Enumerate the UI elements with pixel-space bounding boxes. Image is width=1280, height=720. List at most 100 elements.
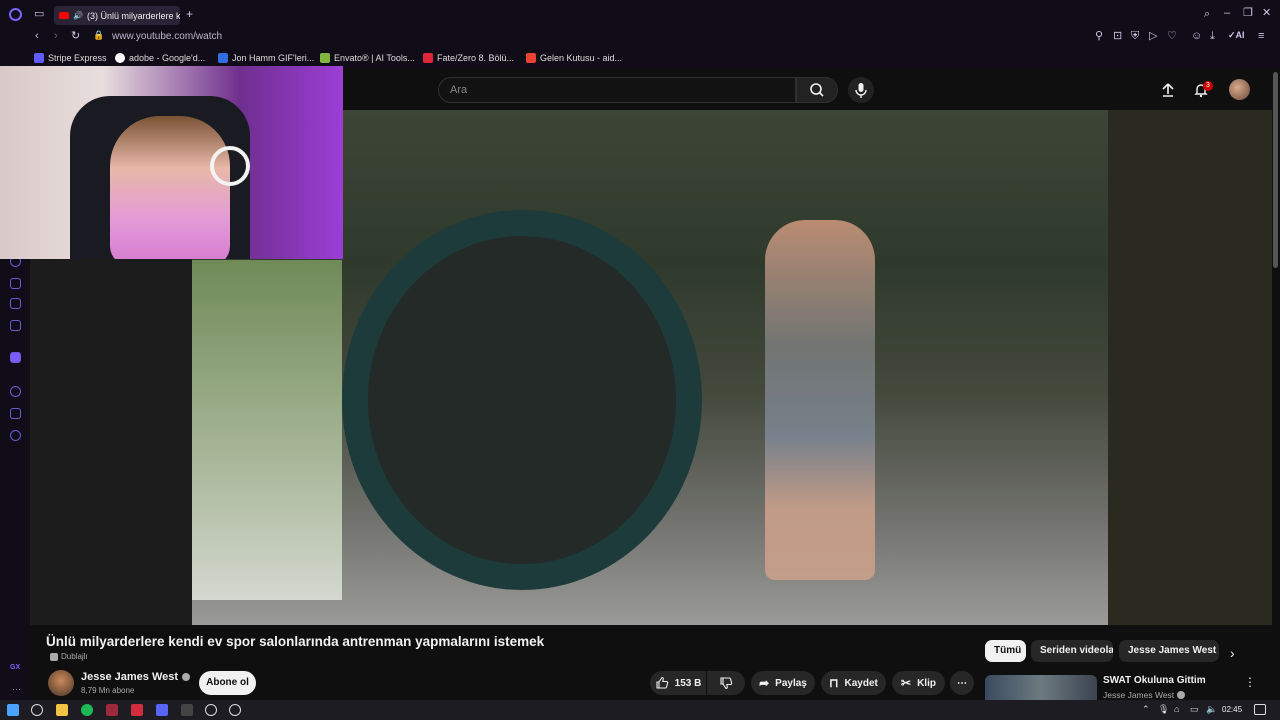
account-avatar[interactable] bbox=[1229, 79, 1250, 100]
more-icon: ⋯ bbox=[957, 677, 967, 689]
tab-manager-icon[interactable]: ▭ bbox=[34, 9, 44, 20]
taskbar-clock[interactable]: 02:45 bbox=[1222, 705, 1242, 714]
save-button[interactable]: ⊓ Kaydet bbox=[821, 671, 886, 695]
sidebar-gx-label[interactable]: GX bbox=[10, 664, 20, 671]
sidebar-more-icon[interactable]: ⋯ bbox=[12, 684, 21, 695]
video-title: Ünlü milyarderlere kendi ev spor salonla… bbox=[46, 634, 545, 649]
sidebar-music-icon[interactable] bbox=[10, 298, 21, 309]
subscribe-button[interactable]: Abone ol bbox=[199, 671, 256, 695]
obs-icon[interactable] bbox=[205, 704, 217, 716]
player-icon[interactable]: ▷ bbox=[1149, 31, 1157, 42]
address-bar[interactable]: www.youtube.com/watch bbox=[112, 31, 222, 42]
forward-icon[interactable]: › bbox=[54, 31, 58, 42]
channel-avatar[interactable] bbox=[48, 670, 74, 696]
sidebar-settings-icon[interactable] bbox=[10, 430, 21, 441]
envato-icon bbox=[320, 53, 330, 63]
recommended-video-channel: Jesse James West bbox=[1103, 690, 1186, 700]
chip-channel[interactable]: Jesse James West ad bbox=[1119, 640, 1219, 662]
opera-gx-icon[interactable] bbox=[106, 704, 118, 716]
bookmark-gif[interactable]: Jon Hamm GIF'leri... bbox=[218, 53, 314, 63]
tray-volume-icon[interactable]: 🔈 bbox=[1206, 704, 1217, 715]
webcam-overlay bbox=[0, 66, 343, 259]
chip-series-videos[interactable]: Seriden videolar bbox=[1031, 640, 1113, 662]
profile-icon[interactable]: ☺ bbox=[1191, 31, 1202, 42]
heart-icon[interactable]: ♡ bbox=[1167, 31, 1177, 42]
taskbar-search-icon[interactable] bbox=[31, 704, 43, 716]
video-person bbox=[765, 220, 875, 580]
google-icon bbox=[115, 53, 125, 63]
sidebar-m-icon[interactable] bbox=[10, 320, 21, 331]
chip-all[interactable]: Tümü bbox=[985, 640, 1026, 662]
back-icon[interactable]: ‹ bbox=[35, 31, 39, 42]
speaker-icon[interactable]: 🔊 bbox=[73, 11, 83, 20]
menu-icon[interactable]: ≡ bbox=[1258, 31, 1264, 42]
bookmark-google[interactable]: adobe - Google'd... bbox=[115, 53, 205, 63]
terminal-icon[interactable] bbox=[181, 704, 193, 716]
video-window bbox=[192, 260, 342, 600]
shield-icon[interactable]: ⛨ bbox=[1131, 31, 1139, 42]
bookmark-envato[interactable]: Envato® | AI Tools... bbox=[320, 53, 415, 63]
webcam-streamer bbox=[110, 116, 230, 259]
voice-search-button[interactable] bbox=[848, 77, 874, 103]
dislike-button[interactable] bbox=[707, 671, 745, 695]
minimize-icon[interactable]: – bbox=[1224, 8, 1230, 19]
file-explorer-icon[interactable] bbox=[56, 704, 68, 716]
opera-logo-icon[interactable] bbox=[9, 8, 22, 21]
bookmark-gmail[interactable]: Gelen Kutusu - aid... bbox=[526, 53, 622, 63]
like-button[interactable]: 153 B bbox=[650, 671, 706, 695]
app-red-icon[interactable] bbox=[131, 704, 143, 716]
sidebar-twitch-icon[interactable] bbox=[10, 352, 21, 363]
sidebar-extensions-icon[interactable] bbox=[10, 408, 21, 419]
tray-network-icon[interactable]: ⌂ bbox=[1174, 704, 1179, 714]
share-icon: ➦ bbox=[759, 676, 770, 690]
share-button[interactable]: ➦ Paylaş bbox=[751, 671, 815, 695]
recommended-video-title[interactable]: SWAT Okuluna Gittim bbox=[1103, 675, 1206, 686]
like-count: 153 B bbox=[674, 677, 702, 689]
webcam-ring-light bbox=[210, 146, 250, 186]
channel-name[interactable]: Jesse James West bbox=[81, 671, 191, 683]
pin-icon[interactable]: ⚲ bbox=[1095, 31, 1103, 42]
bookmark-icon: ⊓ bbox=[829, 676, 839, 690]
browser-tab-youtube[interactable]: 🔊 (3) Ünlü milyarderlere k bbox=[54, 6, 180, 25]
video-side-panel bbox=[1108, 110, 1272, 625]
stripe-icon bbox=[34, 53, 44, 63]
chips-next-icon[interactable]: › bbox=[1230, 645, 1235, 661]
search-input[interactable]: Ara bbox=[438, 77, 796, 103]
maximize-icon[interactable]: ❐ bbox=[1243, 8, 1253, 19]
thumbs-up-icon bbox=[656, 676, 668, 689]
upload-icon[interactable] bbox=[1160, 82, 1176, 98]
reload-icon[interactable]: ↻ bbox=[71, 31, 80, 42]
anime-icon bbox=[423, 53, 433, 63]
close-window-icon[interactable]: ✕ bbox=[1262, 8, 1271, 19]
discord-icon[interactable] bbox=[156, 704, 168, 716]
download-icon[interactable]: ⤓ bbox=[1210, 31, 1215, 42]
notification-center-icon[interactable] bbox=[1254, 704, 1266, 715]
page-scrollbar-thumb[interactable] bbox=[1273, 72, 1278, 268]
gif-icon bbox=[218, 53, 228, 63]
windows-start-icon[interactable] bbox=[7, 704, 19, 716]
video-gym-machine bbox=[342, 210, 702, 590]
tab-title: (3) Ünlü milyarderlere k bbox=[86, 10, 180, 21]
spotify-icon[interactable] bbox=[81, 704, 93, 716]
tray-display-icon[interactable]: ▭ bbox=[1190, 704, 1199, 715]
search-button[interactable] bbox=[796, 77, 838, 103]
screenshot-icon[interactable]: ⊡ bbox=[1113, 31, 1122, 42]
steam-icon[interactable] bbox=[229, 704, 241, 716]
sidebar-messenger-icon[interactable] bbox=[10, 278, 21, 289]
bookmark-stripe[interactable]: Stripe Express bbox=[34, 53, 107, 63]
bookmark-fate[interactable]: Fate/Zero 8. Bölü... bbox=[423, 53, 514, 63]
tray-mic-icon[interactable]: 🎙 bbox=[1158, 704, 1169, 715]
new-tab-icon[interactable]: + bbox=[186, 8, 193, 20]
scissors-icon: ✂ bbox=[901, 676, 912, 690]
sidebar-history-icon[interactable] bbox=[10, 386, 21, 397]
search-tabs-icon[interactable]: ⌕ bbox=[1204, 9, 1210, 20]
tray-chevron-icon[interactable]: ⌃ bbox=[1142, 704, 1150, 715]
ai-icon[interactable]: ✓AI bbox=[1228, 31, 1245, 40]
dub-icon bbox=[50, 652, 58, 661]
more-actions-button[interactable]: ⋯ bbox=[950, 671, 974, 695]
microphone-icon bbox=[855, 83, 867, 98]
lock-icon[interactable]: 🔒 bbox=[93, 31, 104, 40]
recommended-video-thumbnail[interactable] bbox=[985, 675, 1097, 700]
recommendation-menu-icon[interactable]: ⋮ bbox=[1244, 675, 1256, 689]
clip-button[interactable]: ✂ Klip bbox=[892, 671, 945, 695]
